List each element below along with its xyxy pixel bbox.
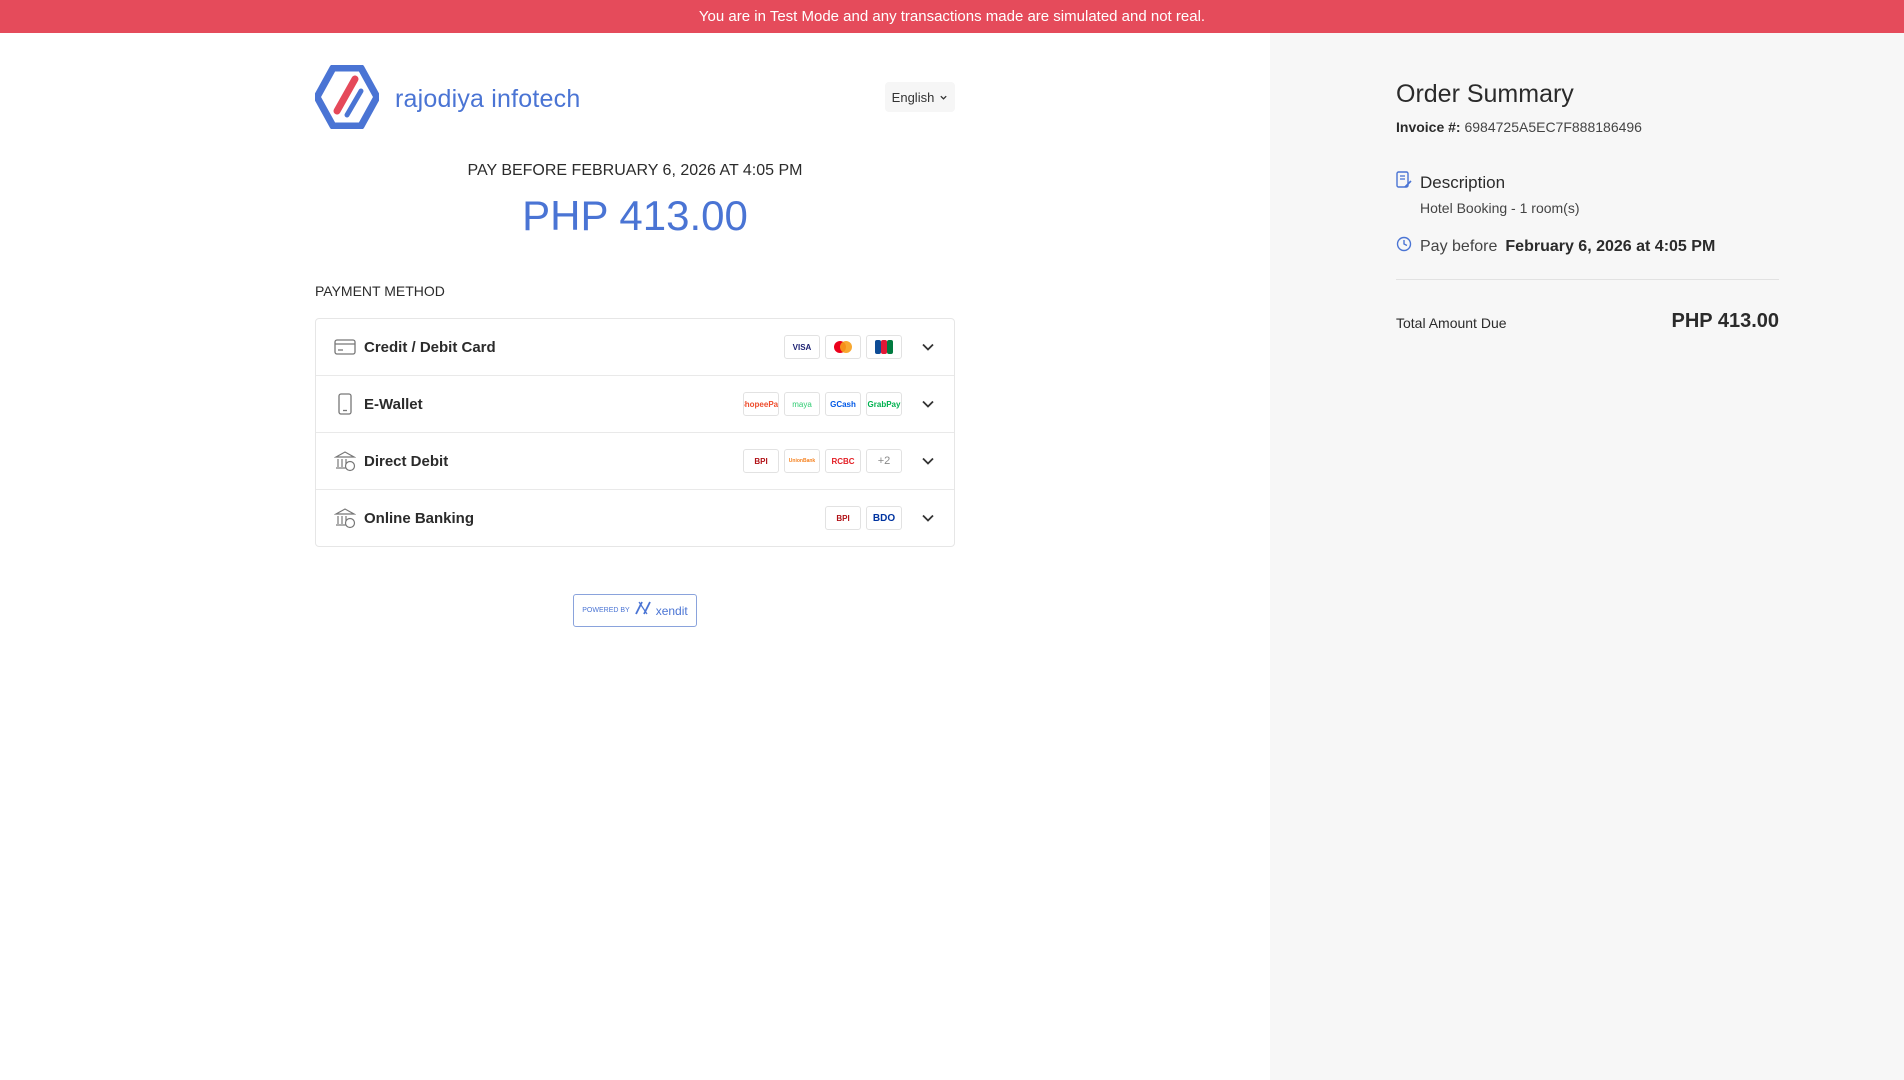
- rajodiya-logo-icon: [313, 64, 381, 134]
- summary-divider: [1396, 279, 1779, 280]
- mobile-phone-icon: [334, 393, 356, 415]
- invoice-number: 6984725A5EC7F888186496: [1464, 119, 1642, 135]
- payment-method-ewallet[interactable]: E-Wallet ShopeePay maya GCash GrabPay: [316, 376, 954, 433]
- language-selector[interactable]: English: [885, 82, 955, 112]
- merchant-name: rajodiya infotech: [395, 85, 581, 113]
- chevron-down-icon[interactable]: [920, 510, 936, 526]
- description-text: Hotel Booking - 1 room(s): [1420, 200, 1580, 216]
- invoice-line: Invoice #: 6984725A5EC7F888186496: [1396, 119, 1642, 135]
- grabpay-logo: GrabPay: [866, 392, 902, 416]
- document-edit-icon: [1396, 171, 1412, 194]
- bpi-logo: BPI: [825, 506, 861, 530]
- card-logos: VISA: [784, 335, 902, 359]
- ewallet-logos: ShopeePay maya GCash GrabPay: [743, 392, 902, 416]
- order-summary-panel: [1270, 33, 1904, 1080]
- total-amount-value: PHP 413.00: [1671, 310, 1780, 332]
- payment-method-label: Credit / Debit Card: [364, 338, 496, 356]
- chevron-down-icon[interactable]: [920, 396, 936, 412]
- clock-icon: [1396, 236, 1412, 257]
- shopeepay-logo: ShopeePay: [743, 392, 779, 416]
- pay-before-row: Pay before February 6, 2026 at 4:05 PM: [1396, 236, 1715, 257]
- order-summary-title: Order Summary: [1396, 80, 1574, 108]
- bdo-logo: BDO: [866, 506, 902, 530]
- jcb-logo: [866, 335, 902, 359]
- bank-icon: [334, 450, 356, 472]
- pay-before-date: February 6, 2026 at 4:05 PM: [1505, 237, 1716, 255]
- chevron-down-icon: [939, 90, 948, 105]
- gcash-logo: GCash: [825, 392, 861, 416]
- chevron-down-icon[interactable]: [920, 453, 936, 469]
- credit-card-icon: [334, 336, 356, 358]
- payment-method-direct-debit[interactable]: Direct Debit BPI UnionBank RCBC +2: [316, 433, 954, 490]
- test-mode-banner: You are in Test Mode and any transaction…: [0, 0, 1904, 33]
- description-heading: Description: [1396, 171, 1505, 194]
- pay-before-label: Pay before: [1420, 237, 1498, 255]
- bpi-logo: BPI: [743, 449, 779, 473]
- bank-icon: [334, 507, 356, 529]
- language-label: English: [891, 89, 935, 105]
- xendit-label: xendit: [655, 603, 688, 618]
- invoice-label: Invoice #:: [1396, 119, 1461, 135]
- unionbank-logo: UnionBank: [784, 449, 820, 473]
- payment-method-label: E-Wallet: [364, 395, 423, 413]
- merchant-brand: rajodiya infotech: [313, 64, 581, 134]
- more-banks-badge: +2: [866, 449, 902, 473]
- mastercard-logo: [825, 335, 861, 359]
- payment-panel: [0, 33, 1270, 1080]
- payment-method-online-banking[interactable]: Online Banking BPI BDO: [316, 490, 954, 546]
- description-title: Description: [1420, 172, 1506, 192]
- payment-method-label: Direct Debit: [364, 452, 449, 470]
- payment-method-list: Credit / Debit Card VISA E-Wallet Shopee…: [315, 318, 955, 547]
- xendit-logo-icon: [634, 601, 651, 620]
- chevron-down-icon[interactable]: [920, 339, 936, 355]
- total-amount-label: Total Amount Due: [1396, 315, 1507, 331]
- powered-by-label: POWERED BY: [582, 607, 630, 614]
- test-mode-text: You are in Test Mode and any transaction…: [698, 8, 1206, 25]
- direct-debit-logos: BPI UnionBank RCBC +2: [743, 449, 902, 473]
- payment-method-label: Online Banking: [364, 509, 475, 527]
- online-banking-logos: BPI BDO: [825, 506, 902, 530]
- rcbc-logo: RCBC: [825, 449, 861, 473]
- payment-method-title: PAYMENT METHOD: [315, 283, 445, 299]
- maya-logo: maya: [784, 392, 820, 416]
- pay-before-heading: PAY BEFORE FEBRUARY 6, 2026 AT 4:05 PM: [467, 162, 803, 179]
- payment-amount: PHP 413.00: [522, 192, 748, 239]
- powered-by-xendit-badge[interactable]: POWERED BY xendit: [573, 594, 697, 627]
- payment-method-card[interactable]: Credit / Debit Card VISA: [316, 319, 954, 376]
- visa-logo: VISA: [784, 335, 820, 359]
